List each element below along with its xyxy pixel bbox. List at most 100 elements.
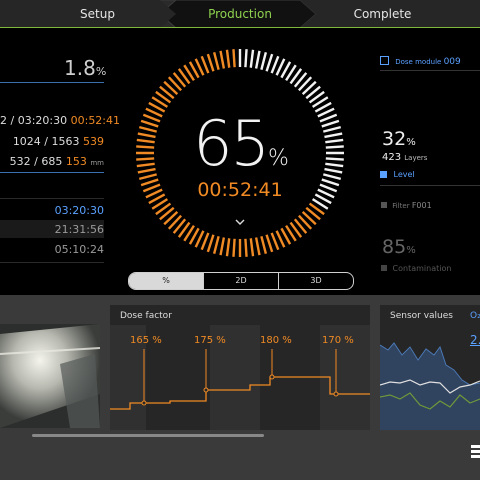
divider xyxy=(0,82,104,83)
dose-label: 175 % xyxy=(194,335,226,346)
time-a: 03:20:30 xyxy=(54,204,104,217)
usage-unit: % xyxy=(95,65,107,78)
contamination-value: 85 xyxy=(382,236,407,258)
view-mode-toggle: % 2D 3D xyxy=(128,272,354,290)
camera-view[interactable] xyxy=(0,324,100,428)
dose-module-label: Dose module xyxy=(395,58,442,66)
step-tab-bar: Setup Production Complete xyxy=(0,0,480,28)
gauge-tick xyxy=(260,235,268,255)
gauge-tick xyxy=(244,238,248,257)
layers-row: 423 Layers xyxy=(382,152,427,163)
contamination-row: Contamination xyxy=(381,264,451,273)
gauge-tick xyxy=(265,234,274,253)
gauge-tick xyxy=(212,51,220,71)
level-icon xyxy=(380,171,387,178)
gauge-tick xyxy=(270,55,280,74)
gauge-tick xyxy=(244,49,248,68)
gauge-tick xyxy=(260,51,268,71)
count-row-2: 532 / 685 153 mm xyxy=(0,155,104,168)
filter-icon xyxy=(381,202,387,208)
gauge-tick xyxy=(225,238,231,257)
count-row-1-extra: 539 xyxy=(83,135,104,148)
contamination-icon xyxy=(381,265,387,271)
divider-right-2 xyxy=(380,185,480,186)
tab-setup[interactable]: Setup xyxy=(40,0,155,28)
o2-label: O₂ xyxy=(470,311,480,321)
dose-marker-point[interactable] xyxy=(269,374,275,380)
sensor-values-title: Sensor values xyxy=(390,311,453,321)
dose-factor-chart: 165 % 175 % 180 % 170 % xyxy=(110,325,370,430)
count-row-1-value: 1024 / 1563 xyxy=(12,135,80,148)
filter-label: Filter xyxy=(392,202,410,210)
tab-bar-underline xyxy=(0,27,480,28)
progress-sign: % xyxy=(268,146,289,171)
count-row-2-unit: mm xyxy=(90,159,104,167)
dose-label: 170 % xyxy=(322,335,354,346)
gauge-tick xyxy=(212,235,220,255)
dose-label: 180 % xyxy=(260,335,292,346)
usage-value: 1.8 xyxy=(64,56,96,80)
gauge-tick xyxy=(249,238,255,257)
time-c: 05:10:24 xyxy=(54,243,104,256)
count-row-1: 1024 / 1563 539 xyxy=(0,135,104,148)
toggle-3d[interactable]: 3D xyxy=(279,273,353,289)
gauge-tick xyxy=(206,234,215,253)
divider-right-1 xyxy=(380,70,480,71)
gauge-tick xyxy=(254,50,261,69)
dose-factor-title: Dose factor xyxy=(120,311,172,321)
gauge-tick xyxy=(219,50,226,69)
camera-image xyxy=(0,324,100,428)
time-b: 21:31:56 xyxy=(54,223,104,236)
usage-percent: 1.8% xyxy=(64,56,106,80)
layers-value: 423 xyxy=(382,152,402,163)
time-row-remaining: 00:52:41 xyxy=(70,114,121,127)
level-label: Level xyxy=(393,170,415,179)
gauge-tick xyxy=(200,232,210,251)
elapsed-time: 00:52:41 xyxy=(197,179,283,201)
dose-marker-point[interactable] xyxy=(141,400,147,406)
dose-factor-panel: Dose factor 165 % 175 % 180 % 170 % xyxy=(110,305,370,430)
gauge-tick xyxy=(254,237,261,256)
dose-module-value: 009 xyxy=(443,57,461,67)
tab-production[interactable]: Production xyxy=(170,0,310,28)
toggle-percent[interactable]: % xyxy=(129,273,204,289)
gauge-tick xyxy=(225,49,231,68)
divider-4 xyxy=(0,262,104,263)
gauge-tick xyxy=(265,53,274,72)
level-label-row: Level xyxy=(380,170,415,179)
contamination-label: Contamination xyxy=(392,264,452,273)
gauge-tick xyxy=(270,232,280,251)
brand-logo-icon xyxy=(468,444,480,458)
gauge-tick xyxy=(232,49,236,68)
filter-row: Filter F001 xyxy=(381,201,432,210)
gauge-tick xyxy=(219,237,226,256)
divider-3 xyxy=(0,198,104,199)
toggle-2d[interactable]: 2D xyxy=(204,273,279,289)
level-unit: % xyxy=(406,137,416,148)
gauge-tick xyxy=(200,55,210,74)
time-row: 2 / 03:20:30 00:52:41 xyxy=(0,114,120,127)
dose-marker-point[interactable] xyxy=(203,387,209,393)
gauge-tick xyxy=(232,238,236,257)
dose-label: 165 % xyxy=(130,335,162,346)
count-row-2-value: 532 / 685 xyxy=(9,155,63,168)
horizontal-scrollbar[interactable] xyxy=(32,434,264,437)
dose-marker-point[interactable] xyxy=(333,391,339,397)
time-row-value: 2 / 03:20:30 xyxy=(0,114,68,127)
dose-module-row: Dose module 009 xyxy=(380,56,461,67)
count-row-2-extra: 153 xyxy=(65,155,87,168)
sensor-chart xyxy=(380,342,480,430)
contamination-percent: 85% xyxy=(382,236,416,258)
filter-value: F001 xyxy=(411,201,432,210)
gauge-tick xyxy=(249,49,255,68)
divider-2 xyxy=(0,172,104,173)
contamination-unit: % xyxy=(406,245,416,256)
layers-label: Layers xyxy=(404,154,428,162)
progress-value: 65 xyxy=(193,107,270,180)
level-percent: 32% xyxy=(382,128,416,150)
tab-complete[interactable]: Complete xyxy=(320,0,445,28)
chevron-down-icon[interactable] xyxy=(233,214,247,228)
level-value: 32 xyxy=(382,128,407,150)
sensor-values-panel: Sensor values O₂ 2. xyxy=(380,305,480,430)
gauge-tick xyxy=(206,53,215,72)
